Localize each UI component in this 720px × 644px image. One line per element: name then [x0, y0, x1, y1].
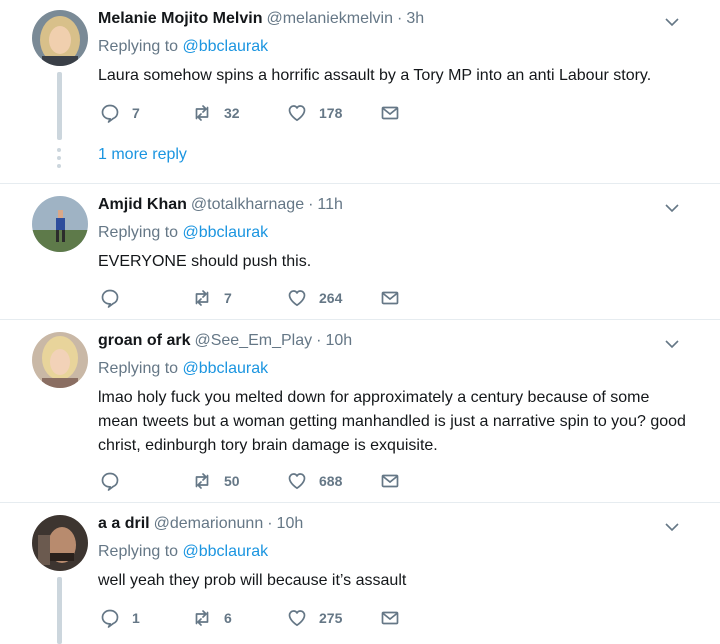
timestamp[interactable]: 11h [317, 196, 343, 213]
like-count: 688 [319, 473, 343, 489]
retweet-icon [192, 103, 212, 123]
chevron-down-icon[interactable] [664, 519, 680, 535]
display-name[interactable]: groan of ark [98, 332, 190, 349]
replying-to-label: Replying to [98, 38, 179, 55]
separator-dot: · [308, 196, 314, 213]
avatar[interactable] [32, 196, 88, 252]
display-name[interactable]: a a dril [98, 515, 150, 532]
username[interactable]: @See_Em_Play [194, 332, 312, 349]
replying-to: Replying to @bbclaurak [98, 543, 268, 561]
heart-icon [287, 608, 307, 628]
mention-link[interactable]: @bbclaurak [183, 224, 269, 241]
direct-message-button[interactable] [380, 102, 400, 124]
replying-to: Replying to @bbclaurak [98, 360, 268, 378]
display-name[interactable]: Melanie Mojito Melvin [98, 10, 262, 27]
retweet-icon [192, 608, 212, 628]
avatar[interactable] [32, 332, 88, 388]
tweet-1[interactable]: Melanie Mojito Melvin @melaniekmelvin · 3h … [0, 0, 720, 183]
tweet-header: Melanie Mojito Melvin @melaniekmelvin · 3h [98, 10, 424, 28]
replying-to-label: Replying to [98, 360, 179, 377]
tweet-header: groan of ark @See_Em_Play · 10h [98, 332, 352, 350]
reply-count: 7 [132, 105, 140, 121]
envelope-icon [380, 608, 400, 628]
envelope-icon [380, 471, 400, 491]
heart-icon [287, 471, 307, 491]
reply-icon [100, 471, 120, 491]
separator-dot: · [267, 515, 273, 532]
reply-button[interactable]: 7 [100, 102, 140, 124]
direct-message-button[interactable] [380, 470, 400, 492]
tweet-text: EVERYONE should push this. [98, 253, 312, 270]
separator-dot: · [316, 332, 322, 349]
tweet-header: a a dril @demarionunn · 10h [98, 515, 303, 533]
thread-line [57, 577, 62, 644]
reply-button[interactable]: 1 [100, 607, 140, 629]
replying-to-label: Replying to [98, 543, 179, 560]
like-button[interactable]: 275 [287, 607, 342, 629]
tweet-text: lmao holy fuck you melted down for appro… [98, 389, 686, 454]
tweet-text: well yeah they prob will because it’s as… [98, 572, 407, 589]
mention-link[interactable]: @bbclaurak [183, 38, 269, 55]
envelope-icon [380, 288, 400, 308]
avatar[interactable] [32, 10, 88, 66]
retweet-button[interactable]: 32 [192, 102, 240, 124]
chevron-down-icon[interactable] [664, 200, 680, 216]
tweet-3[interactable]: groan of ark @See_Em_Play · 10h Replying to… [0, 320, 720, 502]
like-button[interactable]: 178 [287, 102, 342, 124]
retweet-icon [192, 471, 212, 491]
reply-count: 1 [132, 610, 140, 626]
like-button[interactable]: 264 [287, 287, 342, 309]
replying-to: Replying to @bbclaurak [98, 38, 268, 56]
tweet-header: Amjid Khan @totalkharnage · 11h [98, 196, 343, 214]
retweet-count: 32 [224, 105, 240, 121]
timestamp[interactable]: 10h [325, 332, 352, 349]
avatar[interactable] [32, 515, 88, 571]
heart-icon [287, 288, 307, 308]
display-name[interactable]: Amjid Khan [98, 196, 187, 213]
replying-to-label: Replying to [98, 224, 179, 241]
separator-dot: · [396, 10, 403, 27]
mention-link[interactable]: @bbclaurak [183, 360, 269, 377]
mention-link[interactable]: @bbclaurak [183, 543, 269, 560]
reply-button[interactable] [100, 470, 120, 492]
username[interactable]: @melaniekmelvin [266, 10, 393, 27]
thread-ellipsis [57, 148, 62, 172]
username[interactable]: @demarionunn [154, 515, 264, 532]
tweet-4[interactable]: a a dril @demarionunn · 10h Replying to @bb… [0, 503, 720, 644]
replying-to: Replying to @bbclaurak [98, 224, 268, 242]
retweet-count: 7 [224, 290, 232, 306]
like-count: 264 [319, 290, 343, 306]
retweet-button[interactable]: 6 [192, 607, 232, 629]
chevron-down-icon[interactable] [664, 336, 680, 352]
reply-button[interactable] [100, 287, 120, 309]
like-button[interactable]: 688 [287, 470, 342, 492]
reply-icon [100, 103, 120, 123]
thread-line [57, 72, 62, 140]
like-count: 178 [319, 105, 343, 121]
retweet-button[interactable]: 7 [192, 287, 232, 309]
reply-icon [100, 608, 120, 628]
timestamp[interactable]: 10h [277, 515, 304, 532]
heart-icon [287, 103, 307, 123]
envelope-icon [380, 103, 400, 123]
reply-icon [100, 288, 120, 308]
direct-message-button[interactable] [380, 287, 400, 309]
like-count: 275 [319, 610, 343, 626]
username[interactable]: @totalkharnage [191, 196, 304, 213]
retweet-count: 6 [224, 610, 232, 626]
tweet-2[interactable]: Amjid Khan @totalkharnage · 11h Replying to… [0, 184, 720, 319]
tweet-text: Laura somehow spins a horrific assault b… [98, 67, 652, 84]
more-replies-link[interactable]: 1 more reply [98, 146, 187, 164]
retweet-icon [192, 288, 212, 308]
timestamp[interactable]: 3h [406, 10, 424, 27]
retweet-button[interactable]: 50 [192, 470, 240, 492]
direct-message-button[interactable] [380, 607, 400, 629]
chevron-down-icon[interactable] [664, 14, 680, 30]
retweet-count: 50 [224, 473, 240, 489]
